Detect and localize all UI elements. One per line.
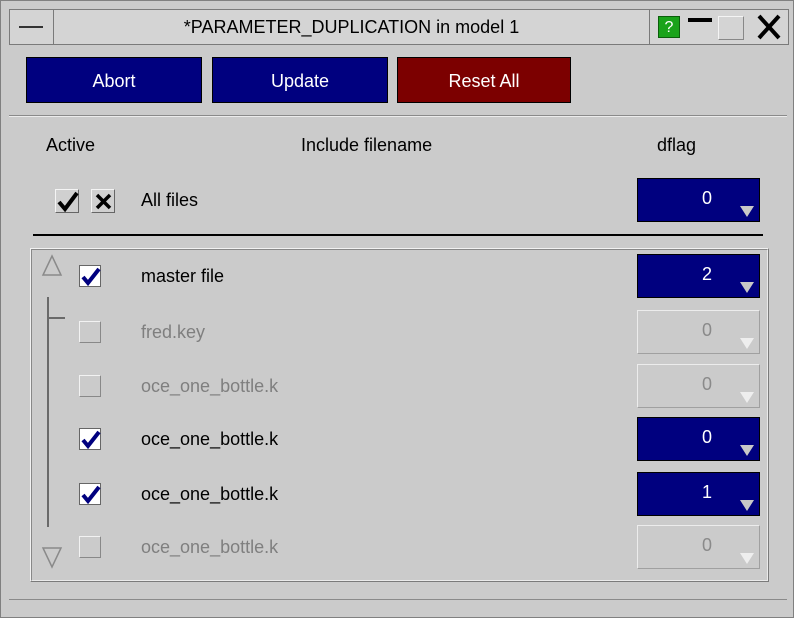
row-active-checkbox[interactable]	[79, 375, 101, 397]
dropdown-arrow-icon	[740, 338, 754, 349]
tree-line-vertical	[47, 297, 49, 527]
header-divider	[33, 234, 763, 236]
cross-icon	[95, 193, 112, 210]
check-all-button[interactable]	[55, 189, 79, 213]
update-button[interactable]: Update	[212, 57, 388, 103]
tree-line-horizontal	[47, 317, 65, 319]
row-dflag-dropdown[interactable]: 0	[637, 364, 760, 408]
dflag-column-header: dflag	[657, 135, 697, 155]
row-filename: fred.key	[141, 322, 206, 342]
dash-icon	[19, 26, 43, 28]
filename-column-header: Include filename	[301, 135, 433, 155]
maximize-button[interactable]	[718, 16, 744, 40]
row-active-checkbox[interactable]	[79, 265, 101, 287]
dropdown-arrow-icon	[740, 392, 754, 403]
row-filename: oce_one_bottle.k	[141, 429, 279, 449]
window-menu-button[interactable]	[10, 10, 54, 44]
row-filename: oce_one_bottle.k	[141, 484, 279, 504]
help-button[interactable]: ?	[658, 16, 680, 38]
parameter-duplication-window: *PARAMETER_DUPLICATION in model 1 ? Abor…	[0, 0, 794, 618]
checkmark-icon	[81, 267, 101, 287]
row-filename: oce_one_bottle.k	[141, 376, 279, 396]
window-title: *PARAMETER_DUPLICATION in model 1	[54, 10, 650, 44]
close-icon	[757, 14, 781, 40]
dropdown-arrow-icon	[740, 282, 754, 293]
row-active-checkbox[interactable]	[79, 536, 101, 558]
abort-button[interactable]: Abort	[26, 57, 202, 103]
checkmark-icon	[81, 430, 101, 450]
scroll-up-icon[interactable]	[41, 253, 63, 279]
row-dflag-dropdown[interactable]: 0	[637, 310, 760, 354]
dropdown-arrow-icon	[740, 445, 754, 456]
row-dflag-dropdown[interactable]: 2	[637, 254, 760, 298]
close-button[interactable]	[752, 10, 786, 44]
row-filename: oce_one_bottle.k	[141, 537, 279, 557]
row-filename: master file	[141, 266, 225, 286]
row-active-checkbox[interactable]	[79, 321, 101, 343]
separator-highlight	[9, 116, 787, 117]
bottom-separator	[9, 599, 787, 600]
dropdown-arrow-icon	[740, 500, 754, 511]
dropdown-arrow-icon	[740, 206, 754, 217]
all-files-label: All files	[141, 190, 199, 210]
scroll-down-icon[interactable]	[41, 544, 63, 570]
checkmark-icon	[57, 191, 79, 213]
row-dflag-dropdown[interactable]: 0	[637, 417, 760, 461]
uncheck-all-button[interactable]	[91, 189, 115, 213]
minimize-button[interactable]	[688, 18, 712, 22]
row-dflag-dropdown[interactable]: 0	[637, 525, 760, 569]
active-column-header: Active	[46, 135, 96, 155]
all-files-dflag-dropdown[interactable]: 0	[637, 178, 760, 222]
reset-all-button[interactable]: Reset All	[397, 57, 571, 103]
row-dflag-dropdown[interactable]: 1	[637, 472, 760, 516]
title-bar[interactable]: *PARAMETER_DUPLICATION in model 1 ?	[9, 9, 789, 45]
dropdown-arrow-icon	[740, 553, 754, 564]
row-active-checkbox[interactable]	[79, 483, 101, 505]
checkmark-icon	[81, 485, 101, 505]
row-active-checkbox[interactable]	[79, 428, 101, 450]
